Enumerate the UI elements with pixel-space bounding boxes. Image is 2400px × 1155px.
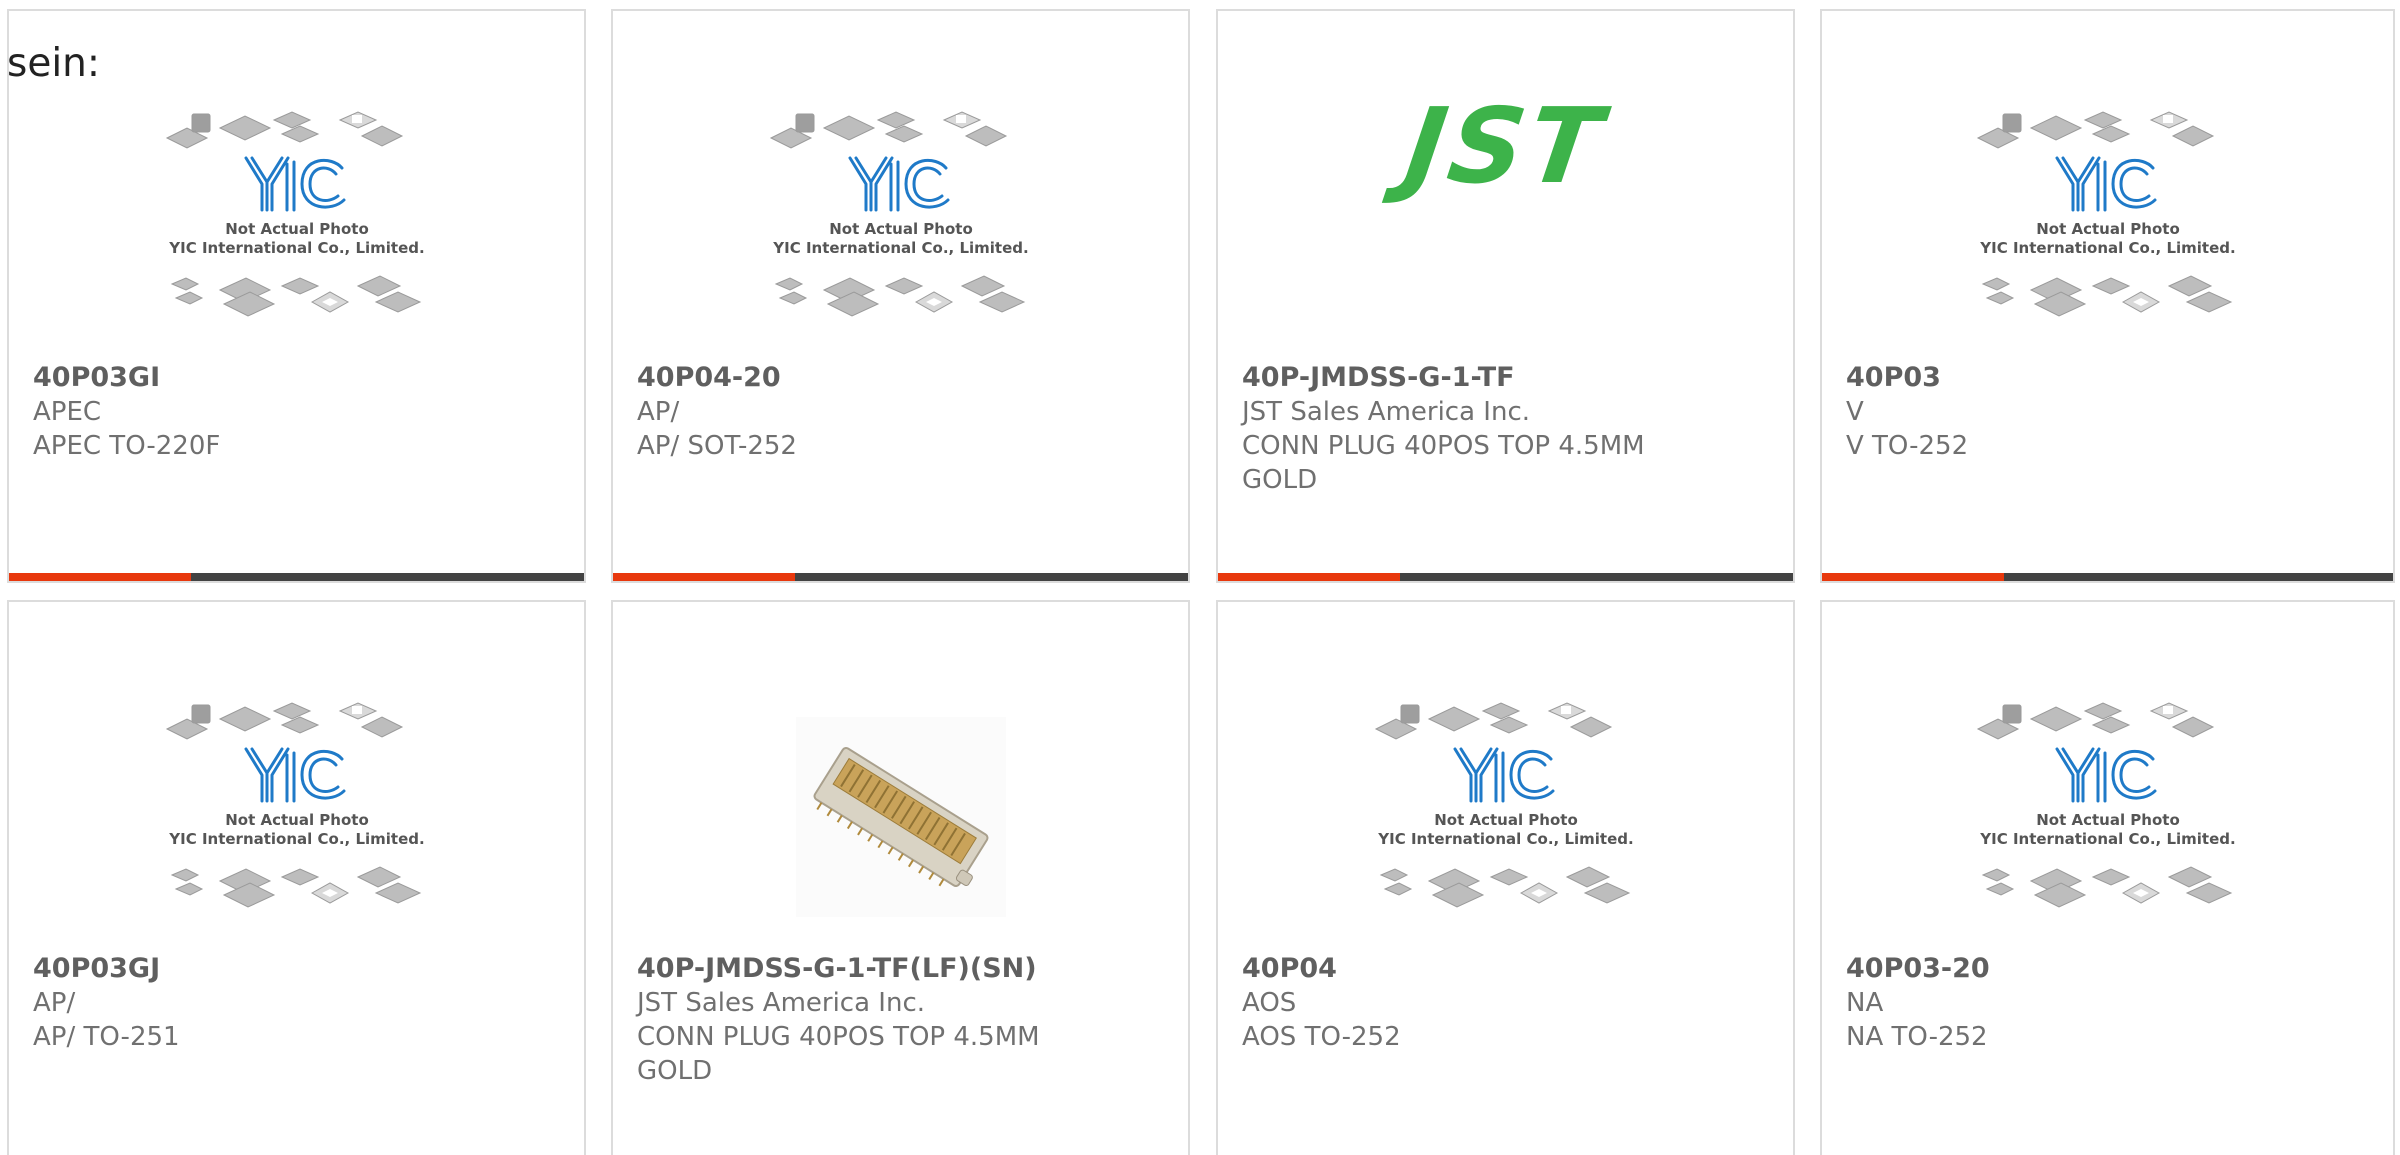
product-info: 40P-JMDSS-G-1-TF(LF)(SN) JST Sales Americ… — [637, 952, 1164, 1088]
manufacturer: JST Sales America Inc. — [637, 988, 926, 1018]
product-grid: Not Actual Photo YIC International Co., … — [0, 0, 2400, 1155]
svg-text:YIC International Co., Limited: YIC International Co., Limited. — [1979, 830, 2235, 848]
svg-text:YIC International Co., Limited: YIC International Co., Limited. — [168, 830, 424, 848]
card-bottom-bar — [1822, 573, 2393, 581]
product-image[interactable]: Not Actual Photo YIC International Co., … — [1218, 682, 1793, 952]
product-card[interactable]: Not Actual Photo YIC International Co., … — [1216, 600, 1795, 1155]
manufacturer: APEC — [33, 397, 102, 427]
manufacturer: AP/ — [33, 988, 76, 1018]
svg-text:YIC International Co., Limited: YIC International Co., Limited. — [1377, 830, 1633, 848]
part-number-link[interactable]: 40P03GI — [33, 361, 560, 395]
part-number-link[interactable]: 40P03GJ — [33, 952, 560, 986]
part-number-link[interactable]: 40P04 — [1242, 952, 1769, 986]
card-bar-accent — [9, 573, 191, 581]
connector-photo — [795, 717, 1006, 917]
product-description: V TO-252 — [1846, 431, 1969, 461]
svg-text:Not Actual Photo: Not Actual Photo — [2036, 220, 2180, 238]
jst-logo: JST — [1398, 85, 1613, 207]
product-image[interactable]: Not Actual Photo YIC International Co., … — [1822, 91, 2393, 361]
card-bottom-bar — [1218, 573, 1793, 581]
product-card[interactable]: Not Actual Photo YIC International Co., … — [1820, 600, 2395, 1155]
card-bar-accent — [1218, 573, 1400, 581]
chip-placeholder-image: Not Actual Photo YIC International Co., … — [165, 111, 424, 317]
product-image[interactable]: Not Actual Photo YIC International Co., … — [9, 91, 584, 361]
product-card[interactable]: Not Actual Photo YIC International Co., … — [1820, 9, 2395, 583]
chip-placeholder-image: Not Actual Photo YIC International Co., … — [1976, 111, 2235, 317]
product-image[interactable]: Not Actual Photo YIC International Co., … — [613, 91, 1188, 361]
product-image[interactable]: JST — [1218, 85, 1793, 361]
manufacturer: AOS — [1242, 988, 1297, 1018]
svg-text:YIC International Co., Limited: YIC International Co., Limited. — [772, 239, 1028, 257]
product-info: 40P-JMDSS-G-1-TF JST Sales America Inc. CO… — [1242, 361, 1769, 497]
card-bottom-bar — [613, 573, 1188, 581]
product-info: 40P03GI APEC APEC TO-220F — [33, 361, 560, 463]
chip-placeholder-image: Not Actual Photo YIC International Co., … — [1976, 702, 2235, 908]
product-info: 40P03-20 NA NA TO-252 — [1846, 952, 2369, 1054]
svg-text:YIC International Co., Limited: YIC International Co., Limited. — [168, 239, 424, 257]
product-description: AP/ SOT-252 — [637, 431, 797, 461]
product-image[interactable]: Not Actual Photo YIC International Co., … — [1822, 682, 2393, 952]
svg-text:Not Actual Photo: Not Actual Photo — [225, 220, 369, 238]
part-number-link[interactable]: 40P03-20 — [1846, 952, 2369, 986]
card-bar-accent — [1822, 573, 2004, 581]
product-grid-page: sein: Not Actual Photo YIC International… — [0, 0, 2400, 1155]
part-number-link[interactable]: 40P03 — [1846, 361, 2369, 395]
product-info: 40P03 V V TO-252 — [1846, 361, 2369, 463]
manufacturer: AP/ — [637, 397, 680, 427]
product-image[interactable] — [613, 682, 1188, 952]
product-card[interactable]: Not Actual Photo YIC International Co., … — [7, 600, 586, 1155]
part-number-link[interactable]: 40P04-20 — [637, 361, 1164, 395]
manufacturer: JST Sales America Inc. — [1242, 397, 1531, 427]
product-info: 40P04-20 AP/AP/ SOT-252 — [637, 361, 1164, 463]
product-description: NA TO-252 — [1846, 1022, 1988, 1052]
product-card[interactable]: Not Actual Photo YIC International Co., … — [611, 9, 1190, 583]
product-description: APEC TO-220F — [33, 431, 221, 461]
card-bar-accent — [613, 573, 795, 581]
chip-placeholder-image: Not Actual Photo YIC International Co., … — [1374, 702, 1633, 908]
part-number-link[interactable]: 40P-JMDSS-G-1-TF — [1242, 361, 1769, 395]
product-card[interactable]: 40P-JMDSS-G-1-TF(LF)(SN) JST Sales Americ… — [611, 600, 1190, 1155]
svg-text:Not Actual Photo: Not Actual Photo — [2036, 811, 2180, 829]
manufacturer: NA — [1846, 988, 1884, 1018]
product-description: AOS TO-252 — [1242, 1022, 1401, 1052]
product-card[interactable]: Not Actual Photo YIC International Co., … — [7, 9, 586, 583]
chip-placeholder-image: Not Actual Photo YIC International Co., … — [769, 111, 1028, 317]
svg-text:Not Actual Photo: Not Actual Photo — [1434, 811, 1578, 829]
product-description: AP/ TO-251 — [33, 1022, 180, 1052]
svg-text:Not Actual Photo: Not Actual Photo — [225, 811, 369, 829]
product-info: 40P04 AOS AOS TO-252 — [1242, 952, 1769, 1054]
product-card[interactable]: JST 40P-JMDSS-G-1-TF JST Sales America Inc… — [1216, 9, 1795, 583]
product-info: 40P03GJ AP/AP/ TO-251 — [33, 952, 560, 1054]
card-bottom-bar — [9, 573, 584, 581]
svg-text:Not Actual Photo: Not Actual Photo — [829, 220, 973, 238]
product-description: CONN PLUG 40POS TOP 4.5MM GOLD — [1242, 431, 1645, 495]
product-description: CONN PLUG 40POS TOP 4.5MM GOLD — [637, 1022, 1040, 1086]
manufacturer: V — [1846, 397, 1864, 427]
chip-placeholder-image: Not Actual Photo YIC International Co., … — [165, 702, 424, 908]
part-number-link[interactable]: 40P-JMDSS-G-1-TF(LF)(SN) — [637, 952, 1164, 986]
product-image[interactable]: Not Actual Photo YIC International Co., … — [9, 682, 584, 952]
intro-text: sein: — [7, 41, 101, 86]
svg-text:YIC International Co., Limited: YIC International Co., Limited. — [1979, 239, 2235, 257]
